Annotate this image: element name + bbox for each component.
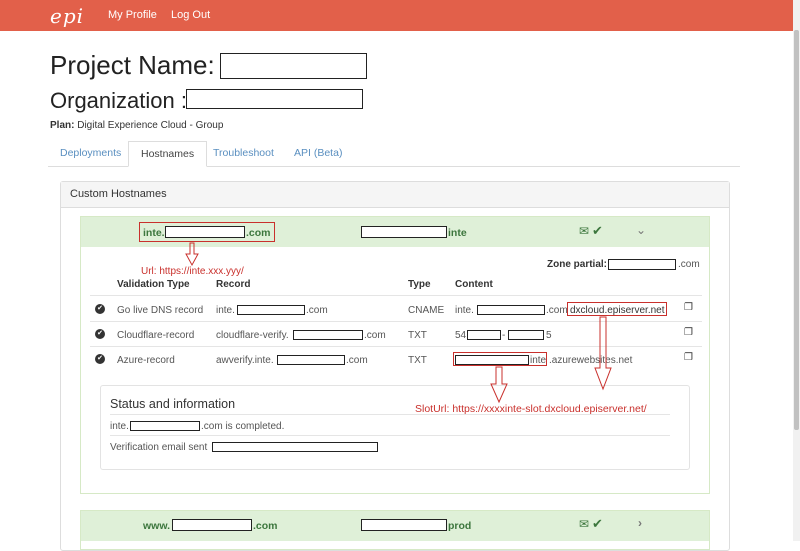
copy-icon[interactable]: ❐ [684,352,693,363]
zone-partial-label: Zone partial: [547,259,608,270]
row1-content-mid: .com [546,305,568,316]
row3-content-mid: inte [530,355,547,366]
row1-record-prefix: inte. [216,305,235,316]
tab-hostnames[interactable]: Hostnames [128,141,208,167]
status-line1-redacted [130,421,200,431]
status-line1-prefix: inte. [110,421,129,432]
column-validation-type: Validation Type [117,279,190,290]
hostname2-redacted [172,519,252,531]
copy-icon[interactable]: ❐ [684,302,693,313]
hostname-prefix: inte. [143,227,165,239]
row1-content-target: dxcloud.episerver.net [570,305,665,316]
organization-label: Organization : [50,88,187,113]
page-scrollbar-thumb[interactable] [794,30,799,430]
row1-content-redacted [477,305,545,315]
row1-type: CNAME [408,305,445,316]
copy-icon[interactable]: ❐ [684,327,693,338]
row2-content-suffix: 5 [546,330,552,341]
row3-type: TXT [408,355,427,366]
tab-deployments[interactable]: Deployments [48,141,133,167]
row1-record-suffix: .com [306,305,328,316]
envelope-icon: ✉ [579,517,590,531]
zone-partial-redacted [608,259,676,270]
plan-value: Digital Experience Cloud - Group [77,120,224,131]
column-content: Content [455,279,493,290]
my-profile-link[interactable]: My Profile [108,9,157,21]
row3-validation: Azure-record [117,355,175,366]
panel-title: Custom Hostnames [70,188,167,200]
envelope-icon: ✉ [579,224,590,238]
check-circle-icon: ✔ [95,329,105,339]
slot-url-annotation: SlotUrl: https://xxxxinte-slot.dxcloud.e… [415,403,647,415]
row1-content-prefix: inte. [455,305,474,316]
plan-label: Plan: [50,120,75,131]
check-icon: ✔ [592,223,603,238]
column-record: Record [216,279,251,290]
table-header-divider [90,295,702,296]
row3-record-redacted [277,355,345,365]
chevron-down-icon[interactable]: ⌄ [636,223,646,237]
row2-content-prefix: 54 [455,330,467,341]
row2-record-suffix: .com [364,330,386,341]
column-type: Type [408,279,431,290]
row-divider [90,321,702,322]
row-divider [90,346,702,347]
row3-content-redacted [455,355,529,365]
row2-validation: Cloudflare-record [117,330,195,341]
status-line2: Verification email sent [110,442,208,453]
environment2-name: prod [448,520,472,532]
row2-record-redacted [293,330,363,340]
hostname-suffix: .com [246,227,271,239]
environment-name: inte [448,227,467,239]
status-email-redacted [212,442,378,452]
project-name-redacted [220,53,367,79]
row2-type: TXT [408,330,427,341]
environment-redacted [361,226,447,238]
check-circle-icon: ✔ [95,354,105,364]
row2-content-mid: - [502,330,506,341]
hostname-redacted [165,226,245,238]
status-title: Status and information [110,397,236,411]
row1-record-redacted [237,305,305,315]
row2-record-prefix: cloudflare-verify. [216,330,289,341]
status-divider [110,435,670,436]
row2-content-redacted [467,330,501,340]
row3-record-prefix: awverify.inte. [216,355,274,366]
hostname2-suffix: .com [253,520,278,532]
tab-troubleshoot[interactable]: Troubleshoot [201,141,286,167]
project-name-label: Project Name: [50,50,215,80]
row3-record-suffix: .com [346,355,368,366]
row1-validation: Go live DNS record [117,305,204,316]
check-icon: ✔ [592,516,603,531]
environment2-redacted [361,519,447,531]
zone-partial-suffix: .com [678,259,700,270]
organization-redacted [186,89,363,109]
episerver-logo[interactable]: epi [50,4,84,28]
row3-content-suffix: .azurewebsites.net [549,355,633,366]
url-annotation: Url: https://inte.xxx.yyy/ [141,266,244,277]
status-line1-suffix: .com is completed. [201,421,285,432]
plan-info: Plan: Digital Experience Cloud - Group [50,120,223,131]
log-out-link[interactable]: Log Out [171,9,210,21]
row2-content-redacted-2 [508,330,544,340]
tab-api-beta[interactable]: API (Beta) [282,141,354,167]
hostname2-prefix: www. [143,520,171,532]
check-circle-icon: ✔ [95,304,105,314]
chevron-right-icon[interactable]: › [638,516,642,530]
